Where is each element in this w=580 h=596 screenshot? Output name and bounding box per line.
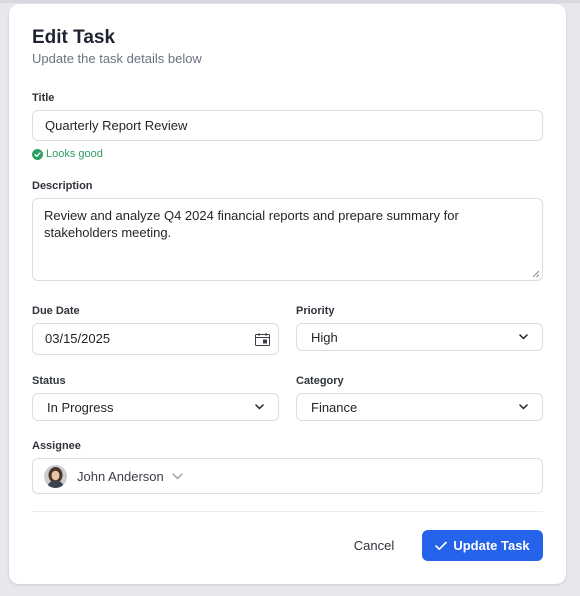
update-task-label: Update Task [453,538,530,553]
description-text: Review and analyze Q4 2024 financial rep… [44,208,459,240]
avatar [44,464,67,488]
priority-select[interactable]: High [296,323,543,351]
chevron-down-icon [255,404,264,410]
description-textarea[interactable]: Review and analyze Q4 2024 financial rep… [32,198,543,281]
check-icon [435,541,448,550]
calendar-icon[interactable] [255,333,270,346]
priority-label: Priority [296,305,335,317]
category-label: Category [296,375,344,387]
chevron-down-icon [172,472,183,479]
due-date-label: Due Date [32,305,80,317]
update-task-button[interactable]: Update Task [422,530,543,561]
window-top-edge [0,0,580,3]
check-circle-icon [32,148,43,160]
form-subtitle: Update the task details below [32,51,202,66]
footer-divider [32,511,543,512]
category-select[interactable]: Finance [296,393,543,421]
validation-message: Looks good [46,148,103,160]
title-input[interactable]: Quarterly Report Review [32,110,543,141]
priority-value: High [311,329,338,345]
status-label: Status [32,375,66,387]
description-label: Description [32,180,93,192]
status-value: In Progress [47,399,114,415]
resize-grip-icon[interactable] [532,270,540,278]
title-validation: Looks good [32,148,103,160]
assignee-name: John Anderson [77,468,164,484]
assignee-label: Assignee [32,440,81,452]
edit-task-card: Edit Task Update the task details below … [9,4,566,584]
chevron-down-icon [519,334,528,340]
cancel-button[interactable]: Cancel [342,530,406,561]
due-date-value: 03/15/2025 [45,331,111,346]
status-select[interactable]: In Progress [32,393,279,421]
chevron-down-icon [519,404,528,410]
due-date-input[interactable]: 03/15/2025 [32,323,279,355]
category-value: Finance [311,399,358,415]
title-label: Title [32,92,55,104]
form-title: Edit Task [32,27,116,48]
assignee-select[interactable]: John Anderson [32,458,543,494]
